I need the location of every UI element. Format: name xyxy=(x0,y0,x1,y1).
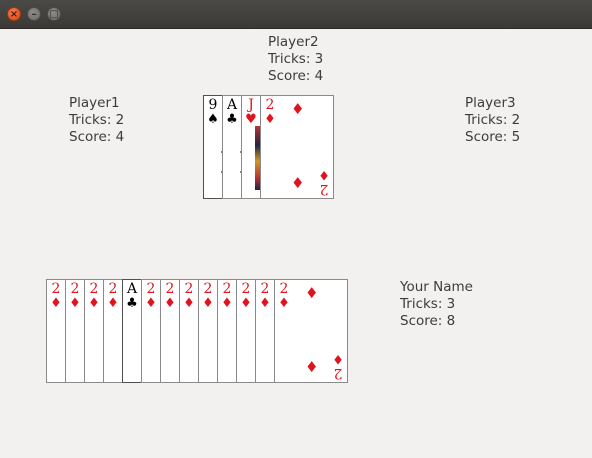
card-rank: J xyxy=(248,97,254,113)
card-suit-icon: ♦ xyxy=(145,296,157,311)
player1-info: Player1 Tricks: 2 Score: 4 xyxy=(69,95,124,146)
card-suit-icon: ♦ xyxy=(278,296,290,311)
your-info: Your Name Tricks: 3 Score: 8 xyxy=(400,279,473,330)
card-rank: 2 xyxy=(89,281,99,297)
card-suit-icon: ♦ xyxy=(202,296,214,311)
hand-card[interactable]: 2 ♦ ♦ ♦ 2 ♦ xyxy=(274,279,348,383)
title-bar: × – □ xyxy=(0,0,592,29)
card-suit-icon: ♦ xyxy=(183,296,195,311)
card-suit-icon: ♦ xyxy=(69,296,81,311)
card-suit-icon: ♦ xyxy=(240,296,252,311)
card-corner-index: A ♣ xyxy=(125,282,139,310)
card-rank: 2 xyxy=(319,181,329,197)
card-rank: 2 xyxy=(265,97,275,113)
card-suit-icon: ♦ xyxy=(50,296,62,311)
card-suit-icon: ♦ xyxy=(332,351,344,366)
maximize-button[interactable]: □ xyxy=(47,7,61,21)
card-suit-icon: ♦ xyxy=(318,167,330,182)
card-rank: 2 xyxy=(108,281,118,297)
card-rank: 2 xyxy=(241,281,251,297)
your-score: Score: 8 xyxy=(400,313,456,329)
card-pip-icon: ♦ xyxy=(291,174,305,192)
card-corner-index: 2 ♦ xyxy=(182,282,196,310)
card-rank: A xyxy=(226,97,238,113)
player1-score: Score: 4 xyxy=(69,129,125,145)
card-corner-index-bottom: 2 ♦ xyxy=(331,351,345,381)
card-rank: 2 xyxy=(279,281,289,297)
player2-score: Score: 4 xyxy=(268,68,324,84)
card-corner-index: 9 ♠ xyxy=(206,98,220,126)
card-corner-index: 2 ♦ xyxy=(49,282,63,310)
card-rank: 2 xyxy=(70,281,80,297)
card-rank: 2 xyxy=(222,281,232,297)
card-suit-icon: ♠ xyxy=(207,112,219,127)
card-rank: 2 xyxy=(146,281,156,297)
card-corner-index: 2 ♦ xyxy=(220,282,234,310)
card-corner-index: J ♥ xyxy=(244,98,258,126)
card-suit-icon: ♦ xyxy=(264,112,276,127)
close-button[interactable]: × xyxy=(7,7,21,21)
played-card: 2 ♦ ♦ ♦ 2 ♦ xyxy=(260,95,334,199)
card-rank: 2 xyxy=(203,281,213,297)
card-corner-index: 2 ♦ xyxy=(163,282,177,310)
card-suit-icon: ♥ xyxy=(245,112,257,127)
card-rank: 2 xyxy=(51,281,61,297)
card-pip-icon: ♦ xyxy=(305,284,319,302)
your-tricks: Tricks: 3 xyxy=(400,296,456,312)
card-suit-icon: ♦ xyxy=(88,296,100,311)
card-corner-index: 2 ♦ xyxy=(87,282,101,310)
player3-tricks: Tricks: 2 xyxy=(465,112,521,128)
player2-tricks: Tricks: 3 xyxy=(268,51,324,67)
card-pip-icon: ♦ xyxy=(291,100,305,118)
card-corner-index: A ♣ xyxy=(225,98,239,126)
card-corner-index: 2 ♦ xyxy=(106,282,120,310)
card-suit-icon: ♣ xyxy=(126,296,138,311)
player2-info: Player2 Tricks: 3 Score: 4 xyxy=(268,34,323,85)
card-rank: 2 xyxy=(165,281,175,297)
card-suit-icon: ♦ xyxy=(164,296,176,311)
card-corner-index: 2 ♦ xyxy=(201,282,215,310)
player3-info: Player3 Tricks: 2 Score: 5 xyxy=(465,95,520,146)
card-pip-icon: ♦ xyxy=(305,358,319,376)
card-rank: 2 xyxy=(260,281,270,297)
card-rank: 2 xyxy=(333,365,343,381)
card-rank: 2 xyxy=(184,281,194,297)
card-suit-icon: ♣ xyxy=(226,112,238,127)
card-corner-index: 2 ♦ xyxy=(144,282,158,310)
player3-name: Player3 xyxy=(465,95,516,111)
card-corner-index: 2 ♦ xyxy=(68,282,82,310)
game-window: × – □ Player2 Tricks: 3 Score: 4 Player1… xyxy=(0,0,592,458)
card-corner-index: 2 ♦ xyxy=(239,282,253,310)
card-suit-icon: ♦ xyxy=(107,296,119,311)
player3-score: Score: 5 xyxy=(465,129,521,145)
card-suit-icon: ♦ xyxy=(221,296,233,311)
card-corner-index: 2 ♦ xyxy=(263,98,277,126)
your-name: Your Name xyxy=(400,279,473,295)
card-corner-index: 2 ♦ xyxy=(277,282,291,310)
player2-name: Player2 xyxy=(268,34,319,50)
card-rank: 9 xyxy=(208,97,218,113)
player1-name: Player1 xyxy=(69,95,120,111)
player1-tricks: Tricks: 2 xyxy=(69,112,125,128)
card-rank: A xyxy=(126,281,138,297)
card-corner-index-bottom: 2 ♦ xyxy=(317,167,331,197)
minimize-button[interactable]: – xyxy=(27,7,41,21)
card-corner-index: 2 ♦ xyxy=(258,282,272,310)
card-suit-icon: ♦ xyxy=(259,296,271,311)
